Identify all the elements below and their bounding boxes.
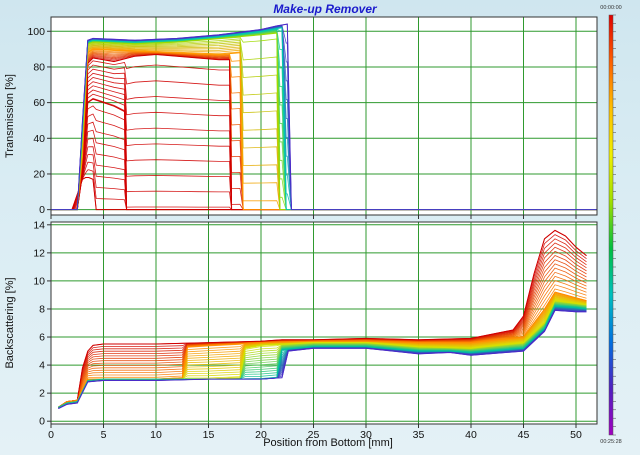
x-tick-label: 45 xyxy=(518,429,530,441)
x-tick-label: 50 xyxy=(570,429,582,441)
backscattering-panel: 0 5 10 15 20 25 30 35 40 45 5002468101214Backscatt… xyxy=(4,219,598,441)
colorbar-top-label: 00:00:00 xyxy=(600,5,621,11)
x-tick-label: 0 xyxy=(48,429,54,441)
y-tick-label: 20 xyxy=(33,168,45,180)
y-tick-label: 6 xyxy=(39,332,45,344)
x-tick-label: 5 xyxy=(101,429,107,441)
time-colorbar: 00:00:00 00:25:28 xyxy=(600,5,621,445)
x-tick-label: 10 xyxy=(150,429,162,441)
y-axis-label: Backscattering [%] xyxy=(4,277,16,368)
chart-title: Make-up Remover xyxy=(273,2,378,16)
y-tick-label: 40 xyxy=(33,133,45,145)
colorbar-bottom-label: 00:25:28 xyxy=(600,439,621,445)
x-tick-label: 15 xyxy=(203,429,215,441)
x-tick-label: 40 xyxy=(465,429,477,441)
colorbar-gradient xyxy=(608,14,614,436)
y-tick-label: 12 xyxy=(33,247,45,259)
y-tick-label: 14 xyxy=(33,219,45,231)
y-tick-label: 80 xyxy=(33,61,45,73)
chart-canvas: Make-up Remover 0 20 40 60 80 100 Transmission… xyxy=(0,0,640,455)
y-tick-label: 10 xyxy=(33,275,45,287)
plot-background xyxy=(51,222,597,424)
y-tick-label: 60 xyxy=(33,97,45,109)
x-tick-label: 35 xyxy=(413,429,425,441)
y-tick-label: 4 xyxy=(39,360,45,372)
x-axis-label: Position from Bottom [mm] xyxy=(263,437,393,449)
y-tick-label: 2 xyxy=(39,388,45,400)
y-tick-label: 100 xyxy=(27,26,45,38)
y-tick-label: 0 xyxy=(39,416,45,428)
transmission-panel: 0 20 40 60 80 100 Transmission [%] xyxy=(4,16,598,219)
y-axis-label: Transmission [%] xyxy=(4,74,16,158)
make-up-remover-chart: Make-up Remover 020406080100Transmission… xyxy=(4,2,622,449)
y-tick-label: 0 xyxy=(39,204,45,216)
y-tick-label: 8 xyxy=(39,303,45,315)
